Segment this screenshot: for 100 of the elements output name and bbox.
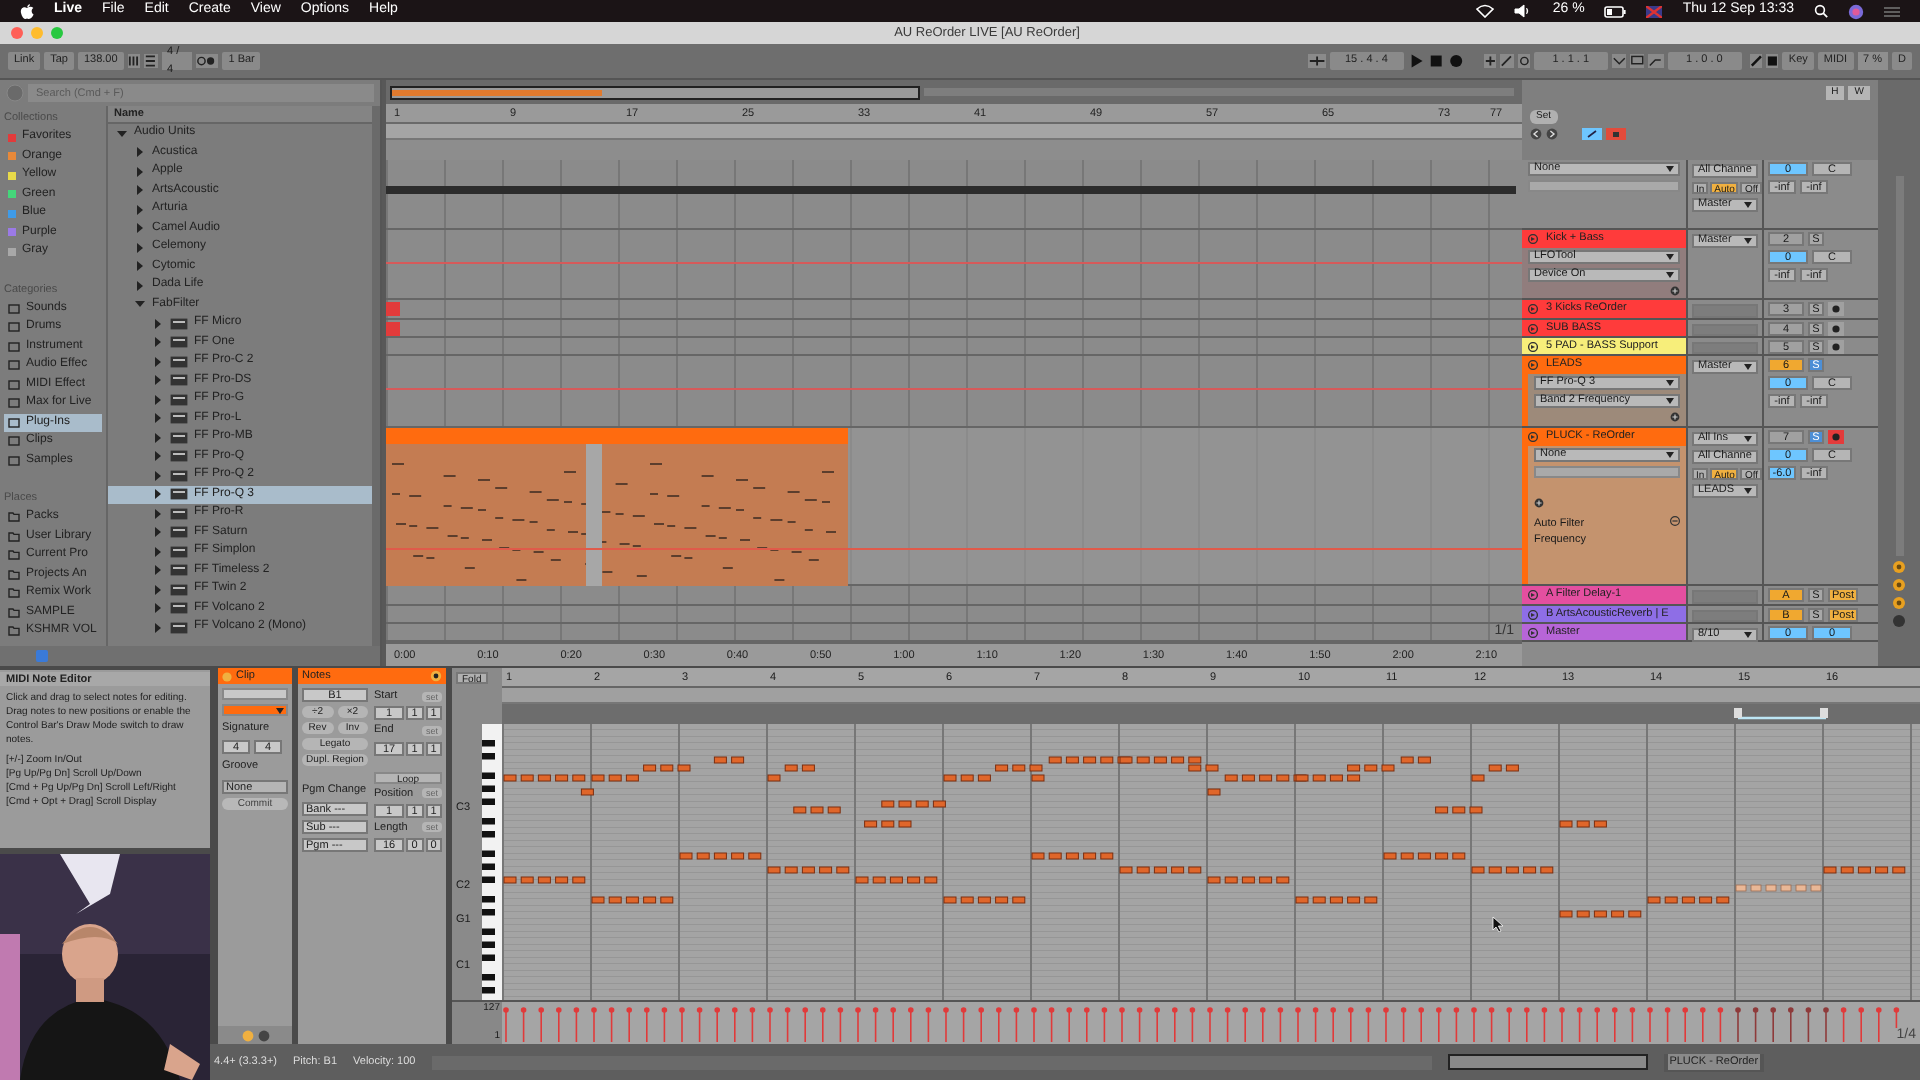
wifi-icon[interactable] [1476,4,1495,18]
overview-bar[interactable] [390,85,920,99]
piano-keyboard-drawing[interactable] [482,724,502,1000]
routing-field[interactable] [1692,304,1758,318]
arm-button[interactable] [1828,302,1844,316]
collapsed-triangle-icon[interactable] [152,564,164,577]
next-locator-icon[interactable] [1546,128,1558,140]
clip-name-field[interactable] [222,688,288,700]
routing-field[interactable] [1692,610,1758,622]
collapsed-triangle-icon[interactable] [152,450,164,463]
automation-arm-icon[interactable] [1500,54,1514,68]
expanded-triangle-icon[interactable] [116,127,128,140]
caret-icon [1744,632,1752,638]
clip-header[interactable] [386,428,848,444]
close-button[interactable] [11,27,23,39]
follow-icon[interactable] [1307,54,1326,68]
arm-button[interactable] [1828,340,1844,354]
collapsed-triangle-icon[interactable] [152,621,164,634]
plus-icon[interactable] [1483,54,1497,68]
routing-field[interactable] [1692,590,1758,604]
caret-icon [1666,380,1674,386]
clip-activator-icon[interactable] [222,671,232,681]
metronome-icon[interactable] [127,54,141,68]
computer-keyboard-icon[interactable] [1766,54,1779,68]
plugin-icon [170,374,188,387]
loop-icon[interactable] [1630,54,1645,68]
siri-icon[interactable] [1848,3,1864,19]
collapsed-triangle-icon[interactable] [134,146,146,159]
collapsed-triangle-icon[interactable] [152,583,164,596]
record-mode-icon[interactable] [196,54,219,68]
collapsed-triangle-icon[interactable] [152,545,164,558]
sends-toggle-icon[interactable] [1892,578,1906,592]
plugin-icon [170,469,188,482]
collapsed-triangle-icon[interactable] [134,184,146,197]
fold-icon[interactable] [1528,234,1538,244]
caret-icon [1744,364,1752,370]
collapsed-triangle-icon[interactable] [152,507,164,520]
detail-view-selector[interactable] [1447,1054,1648,1070]
plugin-icon [170,526,188,539]
plugin-icon [170,412,188,425]
collapsed-triangle-icon[interactable] [152,374,164,387]
envelope-toggle-icon[interactable] [257,1029,269,1041]
add-lane-icon[interactable] [1670,412,1680,422]
caret-icon [1744,238,1752,244]
add-lane-icon[interactable] [1534,498,1544,508]
io-toggle-icon[interactable] [1892,560,1906,574]
automation-icon[interactable] [1582,128,1602,140]
plugin-icon [170,545,188,558]
collapsed-triangle-icon[interactable] [134,203,146,216]
remove-lane-icon[interactable] [1670,516,1680,526]
collapsed-triangle-icon[interactable] [152,526,164,539]
collapsed-triangle-icon[interactable] [152,412,164,425]
caret-icon [1744,488,1752,494]
plugin-icon [170,393,188,406]
collapsed-triangle-icon[interactable] [152,355,164,368]
arm-button[interactable] [1828,430,1844,444]
preview-toggle-icon[interactable] [430,670,442,682]
punch-icon[interactable] [1517,54,1530,68]
arm-button[interactable] [1828,322,1844,336]
caret-icon [1744,202,1752,208]
collapsed-triangle-icon[interactable] [134,241,146,254]
add-lane-icon[interactable] [1670,286,1680,296]
plugin-icon [170,621,188,634]
collapsed-triangle-icon[interactable] [134,260,146,273]
launch-toggle-icon[interactable] [241,1029,253,1041]
plugin-icon [170,602,188,615]
collapsed-triangle-icon[interactable] [152,317,164,330]
expanded-triangle-icon[interactable] [134,298,146,311]
collapsed-triangle-icon[interactable] [152,469,164,482]
record-icon[interactable] [1448,52,1465,70]
caret-icon [1744,436,1752,442]
collapsed-triangle-icon[interactable] [152,336,164,349]
menu-icon[interactable] [1884,5,1900,17]
punch-out-icon[interactable] [1648,54,1664,68]
previous-locator-icon[interactable] [1530,128,1542,140]
collapsed-triangle-icon[interactable] [134,279,146,292]
pencil-icon[interactable] [1749,54,1763,68]
routing-field[interactable] [1692,342,1758,354]
search-icon[interactable] [1814,4,1828,18]
fold-icon[interactable] [1528,360,1538,370]
speaker-icon[interactable] [1514,4,1533,18]
clip-color-dropdown[interactable] [222,704,288,716]
apple-logo-icon[interactable] [20,3,34,19]
crossfader-toggle-icon[interactable] [1892,614,1906,628]
routing-field[interactable] [1692,324,1758,336]
collapsed-triangle-icon[interactable] [152,393,164,406]
collapsed-triangle-icon[interactable] [134,222,146,235]
collapsed-triangle-icon[interactable] [152,431,164,444]
collapsed-triangle-icon[interactable] [134,165,146,178]
return-toggle-icon[interactable] [1892,596,1906,610]
collapsed-triangle-icon[interactable] [152,602,164,615]
flag-icon[interactable] [1646,5,1663,17]
battery-icon[interactable] [1604,5,1627,17]
punch-in-icon[interactable] [1611,54,1627,68]
plugin-icon [170,507,188,520]
browser-toggle-icon[interactable] [6,84,24,102]
nudge-icon[interactable] [144,54,158,68]
loop-bracket[interactable] [1734,706,1830,722]
collapsed-triangle-icon[interactable] [152,488,164,501]
stop-icon[interactable] [1427,52,1445,70]
